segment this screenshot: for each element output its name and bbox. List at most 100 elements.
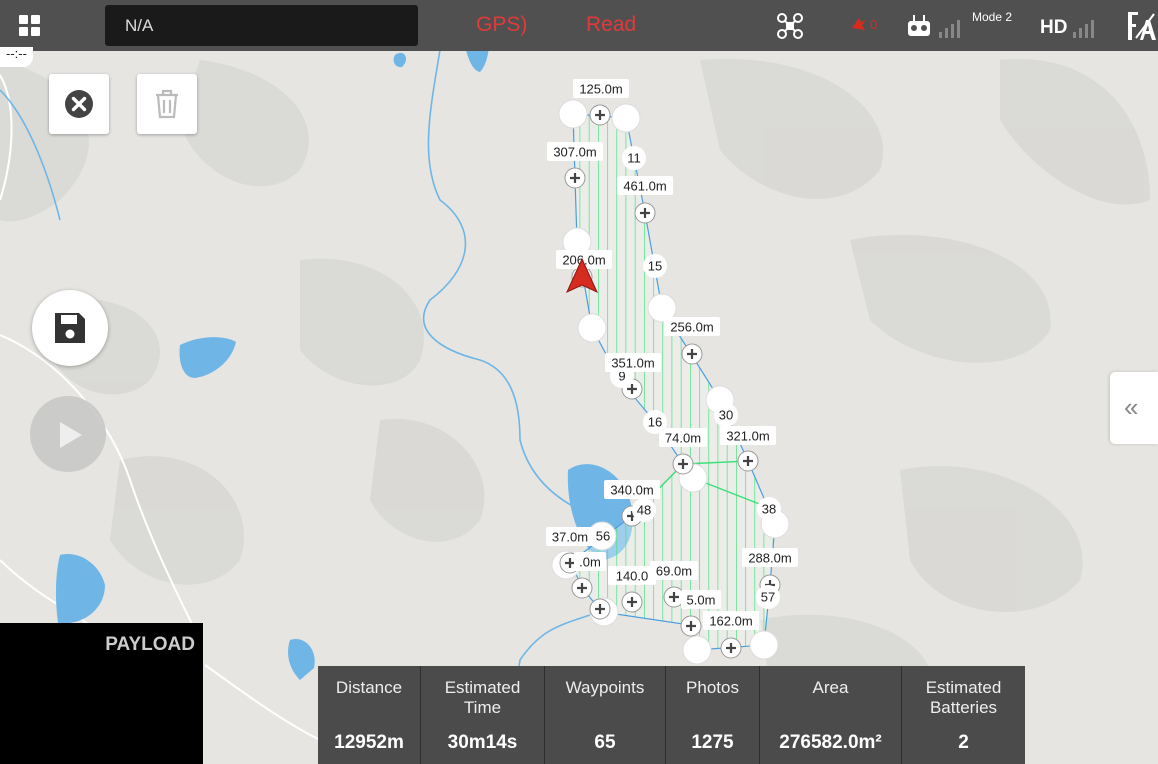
flight-mode-icon[interactable] [1124, 10, 1156, 42]
svg-text:351.0m: 351.0m [611, 356, 654, 371]
svg-text:16: 16 [648, 415, 662, 430]
apps-grid-icon[interactable] [19, 15, 41, 37]
svg-text:461.0m: 461.0m [623, 179, 666, 194]
waypoint-number-badge: 30 [714, 403, 738, 427]
expand-panel-button[interactable]: « [1110, 372, 1158, 444]
start-mission-button[interactable] [30, 396, 106, 472]
add-waypoint-marker[interactable] [634, 202, 656, 224]
waypoint-number-badge: 57 [756, 585, 780, 609]
add-waypoint-marker[interactable] [681, 343, 703, 365]
close-button[interactable] [49, 74, 109, 134]
svg-text:340.0m: 340.0m [610, 483, 653, 498]
svg-text:125.0m: 125.0m [579, 82, 622, 97]
svg-text:56: 56 [596, 529, 610, 544]
hd-signal-bars-icon [1073, 20, 1094, 38]
svg-text:69.0m: 69.0m [656, 564, 692, 579]
stat-value: 12952m [334, 732, 404, 753]
add-waypoint-marker[interactable] [589, 104, 611, 126]
stat-label: Estimated Batteries [925, 678, 1002, 717]
payload-panel[interactable]: PAYLOAD [0, 623, 203, 764]
add-waypoint-marker[interactable] [680, 615, 702, 637]
svg-text:74.0m: 74.0m [665, 431, 701, 446]
add-waypoint-marker[interactable] [589, 598, 611, 620]
segment-distance-label: 74.0m [659, 428, 707, 447]
add-waypoint-marker[interactable] [737, 450, 759, 472]
trash-icon [156, 89, 178, 119]
segment-distance-label: 461.0m [617, 176, 673, 195]
stat-label: Area [812, 678, 849, 697]
svg-text:38: 38 [762, 502, 776, 517]
rc-signal-bars-icon [939, 20, 960, 38]
save-mission-button[interactable] [32, 290, 108, 366]
stat-value: 65 [594, 732, 616, 753]
segment-distance-label: 5.0m [681, 590, 721, 609]
svg-text:307.0m: 307.0m [553, 145, 596, 160]
segment-distance-label: 288.0m [742, 548, 798, 567]
segment-distance-label: 256.0m [664, 317, 720, 336]
top-status-bar: N/A GPS) Read 0 Mode 2 HD [0, 0, 1158, 51]
segment-distance-label: .0m [574, 552, 606, 571]
segment-distance-label: 125.0m [573, 79, 629, 98]
remote-controller-icon[interactable] [906, 13, 932, 39]
waypoint-number-badge: 15 [643, 254, 667, 278]
stat-label: Estimated Time [444, 678, 521, 717]
stat-value: 1275 [691, 732, 734, 753]
waypoint-number-badge: 48 [632, 498, 656, 522]
svg-text:140.0: 140.0 [616, 569, 649, 584]
segment-distance-label: 340.0m [604, 480, 660, 499]
segment-distance-label: 162.0m [703, 611, 759, 630]
segment-distance-label: 37.0m [546, 527, 594, 546]
segment-distance-label: 140.0 [608, 566, 656, 585]
svg-text:5.0m: 5.0m [687, 593, 716, 608]
stat-value: 30m14s [447, 732, 518, 753]
stat-distance: Distance 12952m [318, 666, 421, 764]
stat-photos: Photos 1275 [666, 666, 760, 764]
add-waypoint-marker[interactable] [621, 591, 643, 613]
svg-text:321.0m: 321.0m [726, 429, 769, 444]
segment-distance-label: 307.0m [547, 142, 603, 161]
double-chevron-left-icon: « [1124, 392, 1139, 422]
segment-distance-label: 69.0m [650, 561, 698, 580]
polygon-vertex[interactable] [611, 103, 641, 133]
stat-label: Distance [335, 678, 403, 697]
close-icon [65, 90, 93, 118]
segment-distance-label: 321.0m [720, 426, 776, 445]
stat-estimated-batteries: Estimated Batteries 2 [902, 666, 1025, 764]
add-waypoint-marker[interactable] [571, 577, 593, 599]
add-waypoint-marker[interactable] [720, 637, 742, 659]
delete-button[interactable] [137, 74, 197, 134]
polygon-vertex[interactable] [682, 635, 712, 665]
svg-text:57: 57 [761, 590, 775, 605]
aircraft-warning-count: 0 [870, 17, 878, 32]
flight-status-text: N/A [125, 16, 154, 35]
add-waypoint-marker[interactable] [564, 167, 586, 189]
mission-stats-bar: Distance 12952m Estimated Time 30m14s Wa… [318, 666, 1025, 764]
ready-warning-text: Read [586, 13, 637, 36]
play-icon [60, 422, 82, 448]
svg-text:30: 30 [719, 408, 733, 423]
aircraft-warning-icon[interactable] [850, 16, 868, 32]
polygon-vertex[interactable] [749, 630, 779, 660]
rc-mode-label: Mode 2 [972, 10, 1013, 24]
svg-text:48: 48 [637, 503, 651, 518]
waypoint-number-badge: 56 [591, 524, 615, 548]
svg-text:288.0m: 288.0m [748, 551, 791, 566]
add-waypoint-marker[interactable] [672, 453, 694, 475]
stat-area: Area 276582.0m² [760, 666, 902, 764]
flight-status-box[interactable]: N/A [105, 5, 418, 46]
waypoint-number-badge: 38 [757, 497, 781, 521]
gps-warning-text: GPS) [476, 13, 528, 36]
hd-label: HD [1040, 17, 1068, 38]
stat-label: Waypoints [565, 678, 645, 697]
stat-label: Photos [686, 678, 739, 697]
payload-title: PAYLOAD [105, 634, 195, 655]
svg-text:11: 11 [627, 151, 641, 166]
svg-text:15: 15 [648, 259, 662, 274]
polygon-vertex[interactable] [577, 313, 607, 343]
save-icon [55, 313, 85, 343]
polygon-vertex[interactable] [558, 99, 588, 129]
drone-icon[interactable] [776, 12, 804, 40]
svg-text:.0m: .0m [579, 555, 601, 570]
time-readout: --:-- [0, 47, 33, 67]
stat-value: 2 [958, 732, 969, 753]
